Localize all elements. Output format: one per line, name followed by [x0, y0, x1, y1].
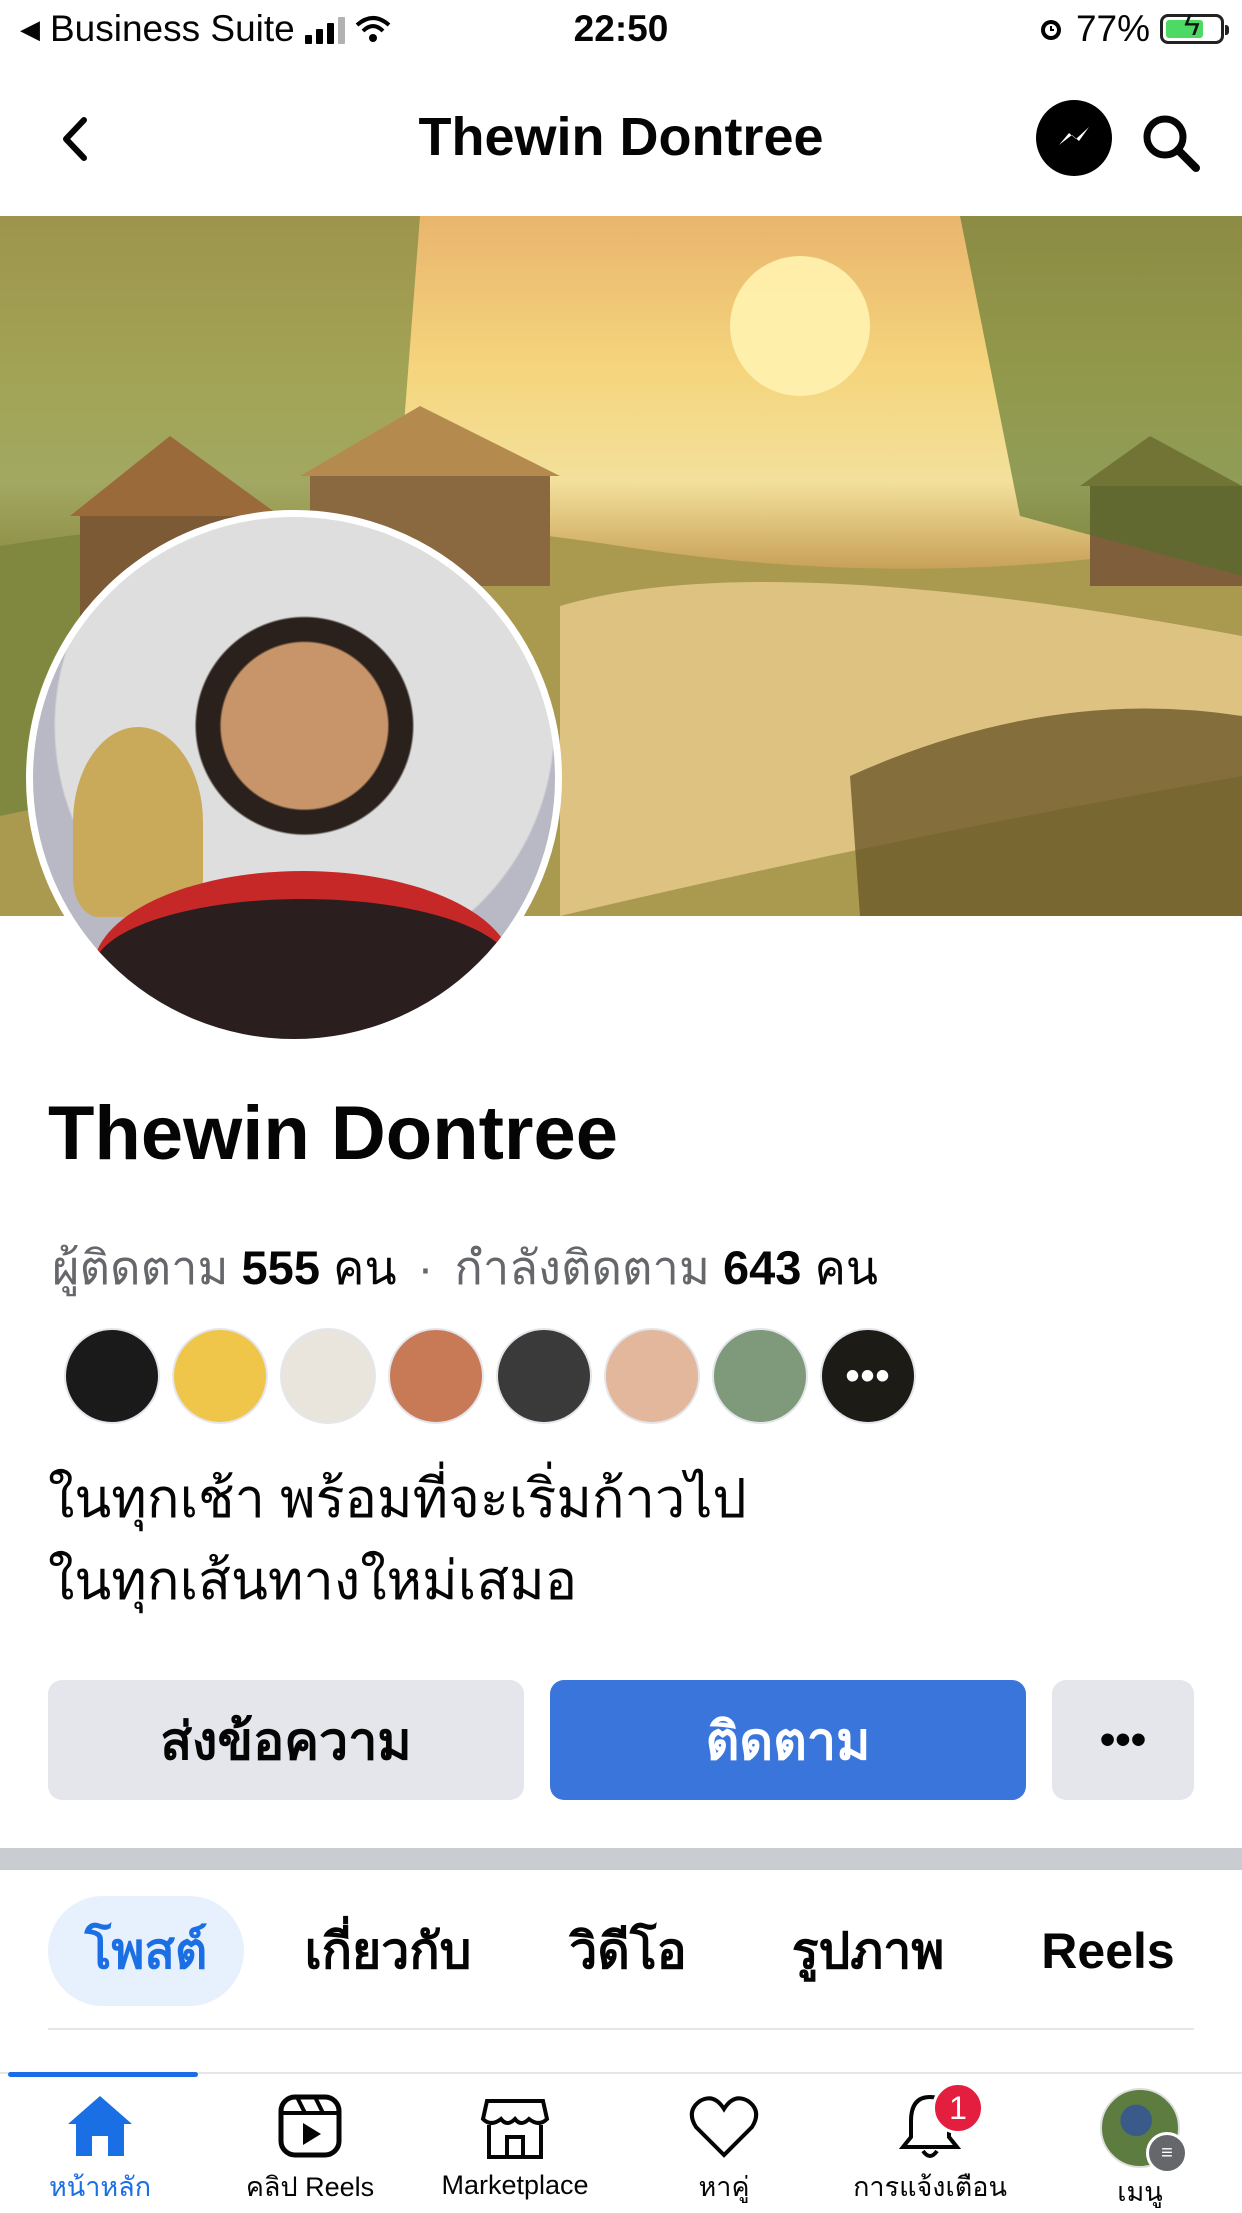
tab-photos[interactable]: รูปภาพ: [768, 1896, 968, 2006]
send-message-button[interactable]: ส่งข้อความ: [48, 1680, 524, 1800]
messenger-icon: [1059, 127, 1089, 145]
friend-avatar[interactable]: [496, 1328, 592, 1424]
bio-line: ในทุกเส้นทางใหม่เสมอ: [48, 1551, 578, 1611]
profile-name: Thewin Dontree: [48, 1091, 619, 1176]
followers-unit: คน: [333, 1241, 397, 1294]
menu-avatar-icon: ≡: [1100, 2088, 1188, 2174]
nav-notifications-label: การแจ้งเตือน: [853, 2172, 1007, 2202]
tab-posts[interactable]: โพสต์: [48, 1896, 244, 2006]
following-label[interactable]: กำลังติดตาม: [454, 1241, 710, 1294]
heart-icon: [684, 2088, 764, 2163]
friend-avatar[interactable]: [388, 1328, 484, 1424]
bottom-navigation: หน้าหลัก คลิป Reels Marketplace หาคู่ 1 …: [0, 2072, 1242, 2210]
followers-label[interactable]: ผู้ติดตาม: [52, 1241, 228, 1294]
alarm-icon: [1040, 20, 1061, 40]
battery-icon: ϟ: [1160, 9, 1229, 44]
active-tab-indicator: [8, 2072, 198, 2077]
battery-percent: 77%: [1075, 8, 1150, 49]
friend-avatars: •••: [64, 1328, 916, 1424]
nav-menu-label: เมนู: [1117, 2177, 1163, 2207]
bio-line: ในทุกเช้า พร้อมที่จะเริ่มก้าวไป: [48, 1469, 747, 1529]
tab-videos[interactable]: วิดีโอ: [548, 1896, 708, 2006]
nav-marketplace[interactable]: Marketplace: [430, 2088, 600, 2208]
nav-menu[interactable]: ≡ เมนู: [1090, 2088, 1190, 2208]
nav-marketplace-label: Marketplace: [441, 2170, 589, 2200]
tab-reels[interactable]: Reels: [1028, 1896, 1188, 2006]
home-icon: [60, 2088, 140, 2163]
nav-home-label: หน้าหลัก: [48, 2172, 152, 2202]
section-divider: [0, 1848, 1242, 1870]
nav-reels[interactable]: คลิป Reels: [240, 2088, 380, 2208]
notification-badge: 1: [932, 2082, 984, 2134]
more-friends-button[interactable]: •••: [820, 1328, 916, 1424]
friend-avatar[interactable]: [64, 1328, 160, 1424]
follow-button[interactable]: ติดตาม: [550, 1680, 1026, 1800]
friend-avatar[interactable]: [172, 1328, 268, 1424]
followers-count[interactable]: 555: [242, 1241, 320, 1294]
nav-reels-label: คลิป Reels: [245, 2172, 375, 2202]
status-right: 77% ϟ: [1036, 8, 1229, 50]
following-unit: คน: [814, 1241, 879, 1294]
hamburger-icon: ≡: [1146, 2132, 1188, 2174]
status-bar: ◀ Business Suite 22:50 77% ϟ: [0, 0, 1242, 62]
profile-tabs: โพสต์ เกี่ยวกับ วิดีโอ รูปภาพ Reels: [48, 1896, 1194, 2006]
profile-bio: ในทุกเช้า พร้อมที่จะเริ่มก้าวไป ในทุกเส้…: [48, 1458, 747, 1622]
reels-icon: [270, 2088, 350, 2163]
nav-home[interactable]: หน้าหลัก: [40, 2088, 160, 2208]
tabs-divider: [48, 2028, 1194, 2030]
profile-avatar[interactable]: [26, 510, 562, 1046]
tab-about[interactable]: เกี่ยวกับ: [288, 1896, 488, 2006]
more-options-button[interactable]: •••: [1052, 1680, 1194, 1800]
friend-avatar[interactable]: [712, 1328, 808, 1424]
stats-separator: ·: [417, 1241, 434, 1294]
nav-notifications[interactable]: 1 การแจ้งเตือน: [850, 2082, 1010, 2208]
nav-dating-label: หาคู่: [698, 2172, 750, 2202]
search-icon[interactable]: [1138, 110, 1202, 174]
friend-avatar[interactable]: [280, 1328, 376, 1424]
profile-header: Thewin Dontree: [0, 62, 1242, 217]
friend-avatar[interactable]: [604, 1328, 700, 1424]
following-count[interactable]: 643: [723, 1241, 801, 1294]
follow-stats: ผู้ติดตาม 555 คน · กำลังติดตาม 643 คน: [52, 1230, 878, 1305]
menu-avatar: ≡: [1100, 2088, 1188, 2174]
bell-icon: 1: [890, 2082, 984, 2163]
nav-dating[interactable]: หาคู่: [664, 2088, 784, 2208]
marketplace-icon: [475, 2088, 555, 2168]
messenger-button[interactable]: [1036, 100, 1112, 176]
